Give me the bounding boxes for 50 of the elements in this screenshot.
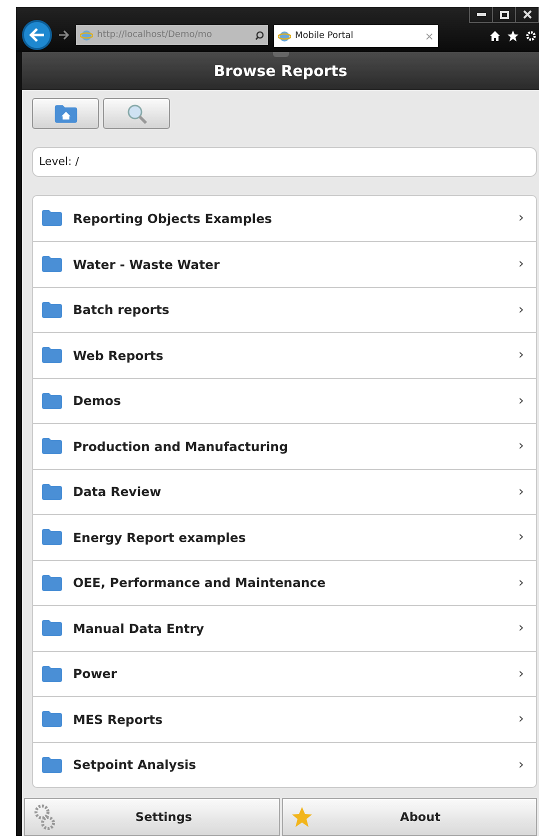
folder-row[interactable]: Web Reports › [33,332,536,378]
folder-icon [41,664,63,683]
home-folder-button[interactable] [32,98,99,129]
folder-row[interactable]: Manual Data Entry › [33,605,536,650]
search-icon [126,102,148,124]
browser-tab[interactable]: Mobile Portal × [274,25,438,47]
minimize-icon [476,13,486,16]
back-arrow-icon [29,28,45,42]
folder-icon [41,482,63,501]
folder-row[interactable]: Power › [33,650,536,696]
folder-icon [41,619,63,638]
folder-icon [41,392,63,410]
back-button[interactable] [22,20,52,50]
folder-row[interactable]: Production and Manufacturing › [33,423,536,468]
folder-row[interactable]: Energy Report examples › [33,514,536,560]
search-button[interactable] [103,98,170,129]
page-title: Browse Reports [214,62,348,80]
forward-icon[interactable] [58,30,70,40]
folder-row[interactable]: MES Reports › [33,696,536,742]
folder-icon [41,528,63,546]
about-button[interactable]: About [282,798,537,836]
folder-icon [41,574,63,592]
folder-icon [41,209,63,228]
settings-icon[interactable] [525,30,537,42]
folder-row[interactable]: OEE, Performance and Maintenance › [33,560,536,605]
star-icon [290,806,312,828]
level-path-field: Level: / [32,147,537,176]
globe-icon [278,30,291,42]
home-folder-icon [52,104,78,124]
close-icon [522,10,532,19]
gears-icon [33,804,57,830]
folder-row[interactable]: Water - Waste Water › [33,241,536,286]
home-icon[interactable] [489,30,501,42]
folder-icon [41,710,63,728]
globe-icon [80,28,93,42]
folder-row[interactable]: Demos › [33,378,536,423]
folder-row[interactable]: Batch reports › [33,286,536,332]
drag-handle[interactable] [272,52,288,57]
folder-row[interactable]: Data Review › [33,468,536,514]
maximize-icon [500,10,508,18]
folder-icon [41,346,63,364]
folder-icon [41,437,63,456]
folder-icon [41,255,63,274]
folder-icon [41,300,63,319]
folder-row[interactable]: Reporting Objects Examples › [33,196,536,241]
star-icon[interactable] [507,30,519,42]
settings-button[interactable]: Settings [24,798,280,836]
folder-icon [41,756,63,774]
search-icon[interactable] [255,30,264,40]
folder-row[interactable]: Setpoint Analysis › [33,742,536,787]
